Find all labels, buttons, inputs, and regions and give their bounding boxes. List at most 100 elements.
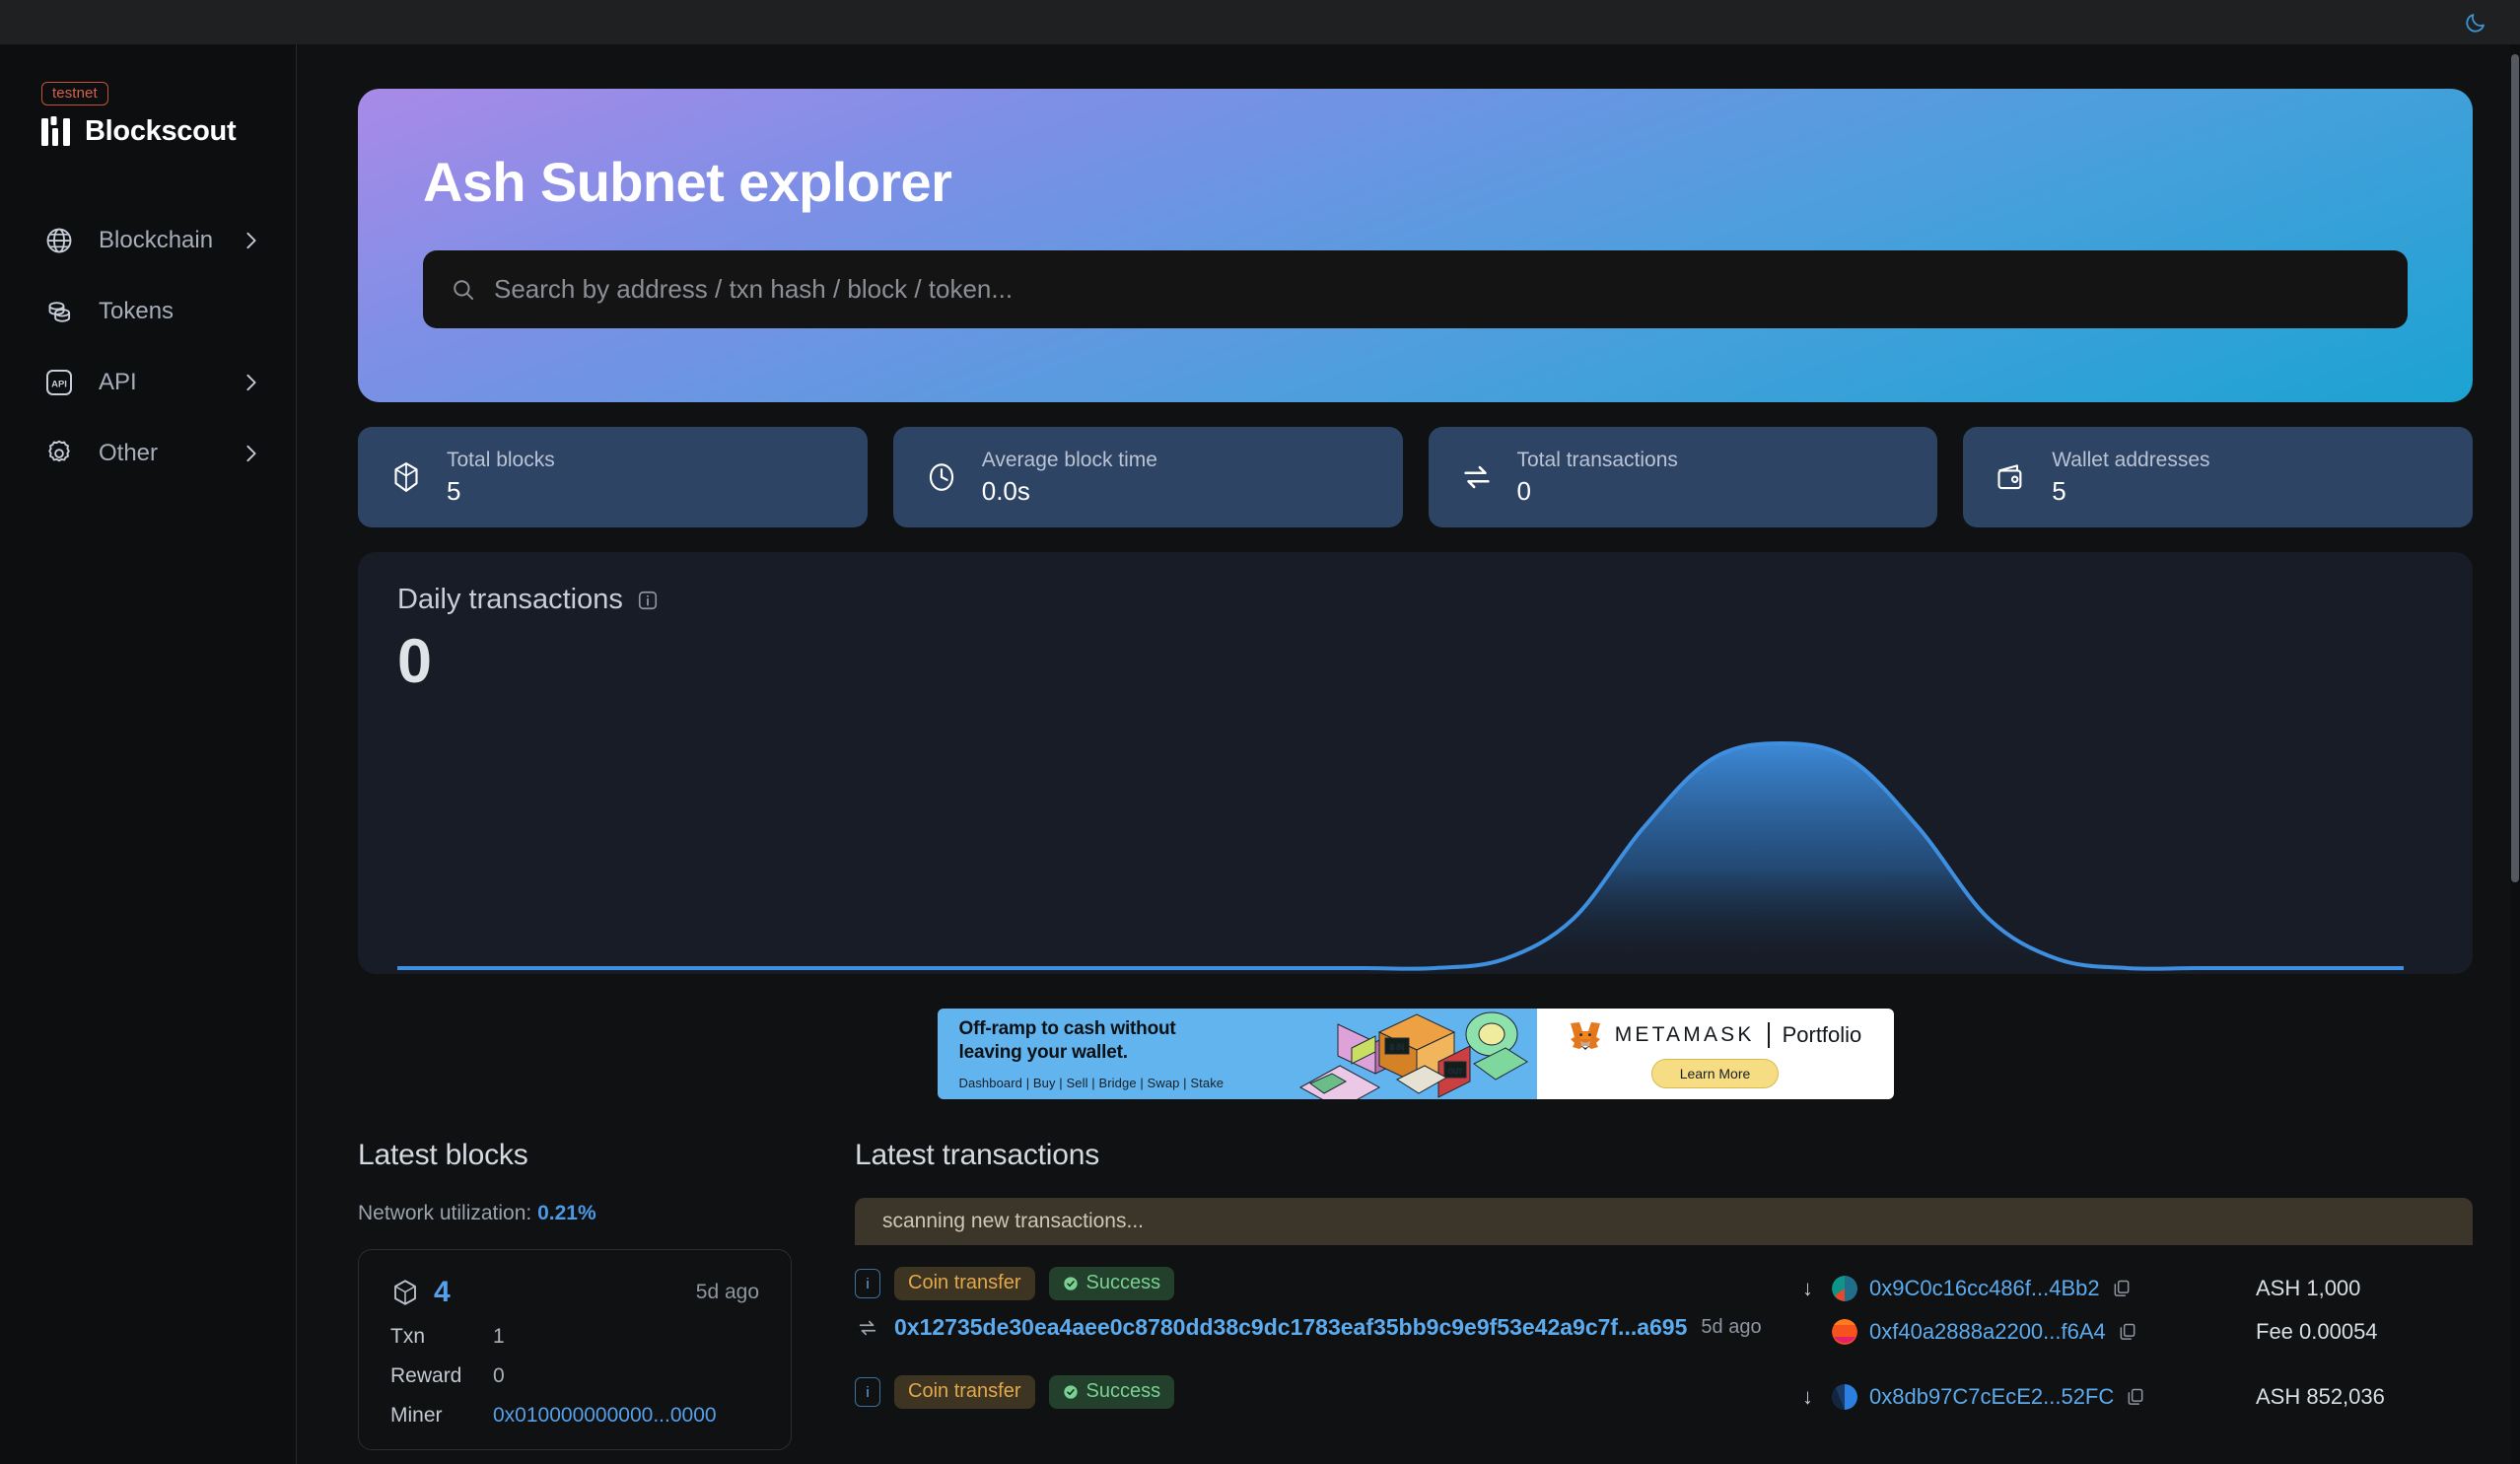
transaction-parties: ↓ 0x8db97C7cEcE2...52FC ASH 852,036 <box>1802 1375 2473 1419</box>
globe-icon <box>41 223 77 258</box>
network-utilization: Network utilization: 0.21% <box>358 1202 792 1225</box>
search-input[interactable]: Search by address / txn hash / block / t… <box>423 250 2408 328</box>
arrow-down-icon: ↓ <box>1802 1276 1813 1300</box>
scrollbar-thumb[interactable] <box>2511 54 2519 882</box>
transaction-badges: i Coin transfer Success <box>855 1267 1802 1300</box>
copy-icon[interactable] <box>2126 1387 2145 1407</box>
brand-divider <box>1767 1022 1770 1048</box>
transaction-age: 5d ago <box>1701 1316 1762 1338</box>
stat-card-average-block-time[interactable]: Average block time 0.0s <box>892 427 1403 527</box>
brand-logo-row[interactable]: Blockscout <box>41 115 296 148</box>
block-miner-row: Miner 0x010000000000...0000 <box>390 1404 759 1428</box>
transaction-hash-row: 0x12735de30ea4aee0c8780dd38c9dc1783eaf35… <box>855 1314 1802 1341</box>
daily-transactions-chart-card[interactable]: Daily transactions 0 <box>358 552 2473 974</box>
block-txn-row: Txn 1 <box>390 1325 759 1349</box>
from-address-link[interactable]: 0x9C0c16cc486f...4Bb2 <box>1869 1276 2100 1301</box>
daily-transactions-sparkline <box>397 741 2404 971</box>
stat-card-total-blocks[interactable]: Total blocks 5 <box>358 427 868 527</box>
sidebar-item-label: Other <box>99 440 159 466</box>
scanning-banner: scanning new transactions... <box>855 1198 2473 1245</box>
block-card[interactable]: 4 5d ago Txn 1 Reward 0 Miner 0x01000000… <box>358 1249 792 1450</box>
transaction-main: i Coin transfer Success <box>855 1267 1802 1354</box>
transaction-row[interactable]: i Coin transfer Success <box>855 1354 2473 1419</box>
ad-illustration: $ IN OUT <box>1298 1011 1528 1099</box>
sidebar: testnet Blockscout Blockchain Tokens API… <box>0 44 297 1464</box>
stat-label: Total transactions <box>1516 448 1678 471</box>
sidebar-item-label: Blockchain <box>99 227 214 253</box>
from-address-row: ↓ 0x9C0c16cc486f...4Bb2 <box>1802 1267 2230 1310</box>
info-icon[interactable]: i <box>855 1377 880 1407</box>
amount-column: ASH 1,000 Fee 0.00054 <box>2256 1267 2473 1354</box>
metamask-fox-icon <box>1570 1022 1600 1050</box>
chart-value: 0 <box>397 627 432 696</box>
avatar <box>1832 1384 1857 1410</box>
brand-name: Blockscout <box>85 115 237 147</box>
stat-label: Total blocks <box>447 448 555 471</box>
learn-more-button[interactable]: Learn More <box>1650 1059 1780 1088</box>
transaction-type-badge[interactable]: Coin transfer <box>894 1375 1035 1409</box>
avatar <box>1832 1319 1857 1345</box>
ad-copy: Off-ramp to cash without leaving your wa… <box>938 1017 1225 1090</box>
block-number-link[interactable]: 4 <box>434 1276 696 1309</box>
status-badge-label: Success <box>1085 1380 1161 1402</box>
moon-icon <box>2466 13 2485 33</box>
gear-icon <box>41 436 77 471</box>
page-scrollbar[interactable] <box>2510 44 2520 1464</box>
ad-links[interactable]: Dashboard | Buy | Sell | Bridge | Swap |… <box>959 1076 1225 1090</box>
transaction-amount: ASH 1,000 <box>2256 1276 2361 1300</box>
ad-headline-line1: Off-ramp to cash without <box>958 1018 1176 1040</box>
block-card-header: 4 5d ago <box>390 1276 759 1309</box>
sidebar-item-blockchain[interactable]: Blockchain <box>0 205 296 276</box>
bottom-sections: Latest blocks Network utilization: 0.21%… <box>358 1139 2473 1450</box>
latest-transactions-section: Latest transactions scanning new transac… <box>855 1139 2473 1450</box>
stat-label: Wallet addresses <box>2052 448 2210 471</box>
info-icon[interactable] <box>637 590 659 611</box>
copy-icon[interactable] <box>2112 1279 2132 1298</box>
cube-icon <box>394 1280 416 1305</box>
brand-block: testnet Blockscout <box>0 82 296 148</box>
from-address-link[interactable]: 0x8db97C7cEcE2...52FC <box>1869 1384 2114 1410</box>
coins-icon <box>41 294 77 329</box>
transfer-icon <box>859 1320 876 1335</box>
amount-column: ASH 852,036 <box>2256 1375 2473 1419</box>
block-reward-label: Reward <box>390 1364 462 1387</box>
arrow-down-icon: ↓ <box>1802 1384 1813 1409</box>
to-address-link[interactable]: 0xf40a2888a2200...f6A4 <box>1869 1319 2106 1345</box>
page-title: Ash Subnet explorer <box>423 151 952 213</box>
status-badge: Success <box>1048 1375 1175 1409</box>
to-address-row: 0xf40a2888a2200...f6A4 <box>1802 1310 2230 1354</box>
transaction-hash-link[interactable]: 0x12735de30ea4aee0c8780dd38c9dc1783eaf35… <box>894 1314 1687 1341</box>
ad-left-panel: Off-ramp to cash without leaving your wa… <box>937 1009 1537 1099</box>
stat-card-total-transactions[interactable]: Total transactions 0 <box>1428 427 1938 527</box>
svg-text:OUT: OUT <box>1447 1069 1463 1076</box>
metamask-wordmark: METAMASK <box>1614 1023 1755 1046</box>
sidebar-nav: Blockchain Tokens API API Other <box>0 205 296 489</box>
api-icon: API <box>41 365 77 400</box>
sidebar-item-tokens[interactable]: Tokens <box>0 276 296 347</box>
stat-value: 5 <box>2052 475 2066 506</box>
stat-card-wallet-addresses[interactable]: Wallet addresses 5 <box>1963 427 2473 527</box>
copy-icon[interactable] <box>2118 1322 2137 1342</box>
transaction-fee: Fee 0.00054 <box>2256 1319 2378 1344</box>
sidebar-item-api[interactable]: API API <box>0 347 296 418</box>
latest-transactions-title: Latest transactions <box>855 1139 1100 1171</box>
block-reward-row: Reward 0 <box>390 1364 759 1388</box>
metamask-portfolio-ad[interactable]: Off-ramp to cash without leaving your wa… <box>937 1009 1894 1099</box>
stat-value: 0.0s <box>981 475 1030 506</box>
sidebar-item-other[interactable]: Other <box>0 418 296 489</box>
chevron-right-icon <box>246 374 256 391</box>
transaction-type-badge[interactable]: Coin transfer <box>894 1267 1035 1300</box>
theme-toggle-button[interactable] <box>2459 6 2492 39</box>
transaction-parties: ↓ 0x9C0c16cc486f...4Bb2 0xf40a2888a2200.… <box>1802 1267 2473 1354</box>
block-miner-link[interactable]: 0x010000000000...0000 <box>493 1404 717 1428</box>
info-icon[interactable]: i <box>855 1269 880 1298</box>
avatar <box>1832 1276 1857 1301</box>
transaction-badges: i Coin transfer Success <box>855 1375 1802 1409</box>
block-icon <box>394 462 418 492</box>
block-txn-label: Txn <box>390 1325 426 1348</box>
stat-value: 5 <box>447 475 461 506</box>
check-circle-icon <box>1063 1384 1078 1399</box>
status-badge-label: Success <box>1085 1272 1161 1293</box>
sidebar-item-label: Tokens <box>99 298 175 324</box>
transaction-row[interactable]: i Coin transfer Success <box>855 1245 2473 1354</box>
